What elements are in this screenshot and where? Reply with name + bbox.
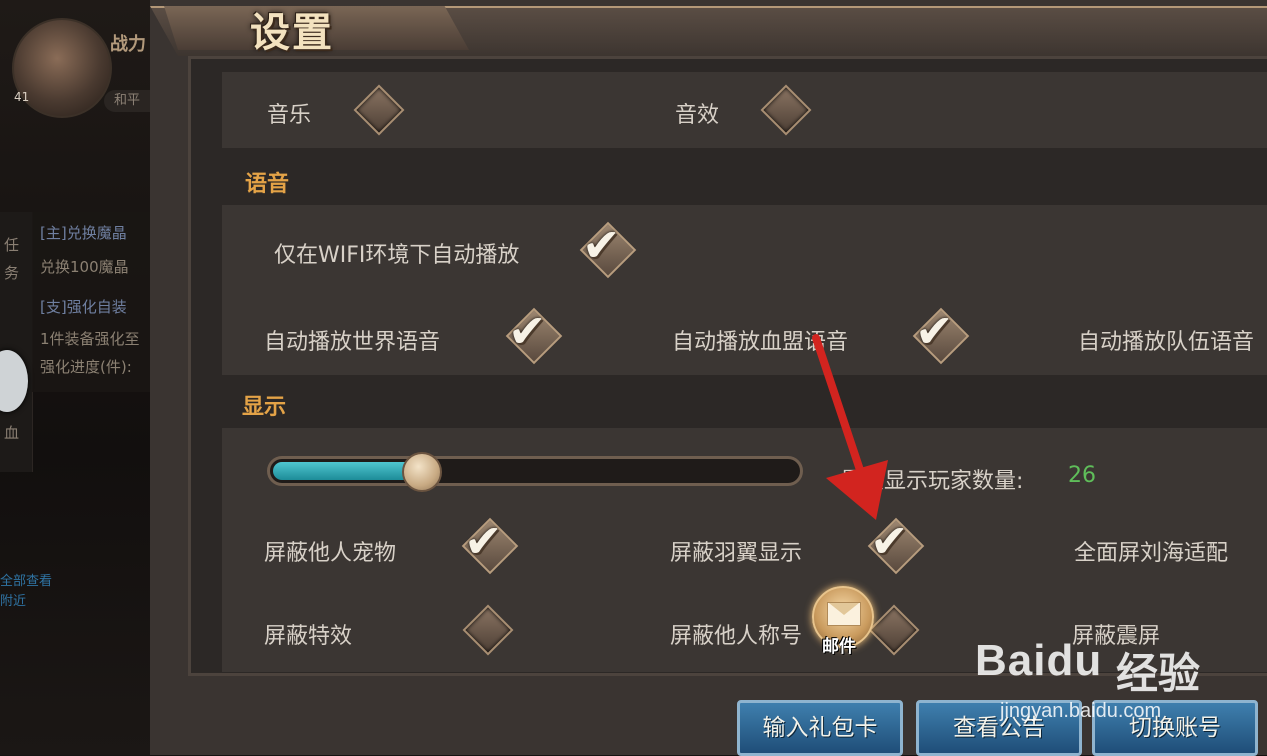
max-players-slider[interactable]: [267, 456, 803, 486]
guild-voice-label: 自动播放血盟语音: [672, 330, 849, 355]
check-icon: ✔: [582, 218, 621, 272]
music-label: 音乐: [267, 103, 312, 128]
side-tab-char-3: 血: [4, 424, 20, 442]
player-level: 41: [14, 90, 30, 104]
sfx-label: 音效: [675, 103, 720, 128]
power-label: 战力: [110, 34, 146, 55]
max-players-label: 最大显示玩家数量:: [840, 469, 1024, 494]
world-voice-label: 自动播放世界语音: [264, 330, 441, 355]
pk-mode-label: 和平: [114, 93, 141, 108]
nearby-label: 附近: [0, 594, 27, 609]
view-all-link[interactable]: 全部查看 附近: [0, 572, 52, 612]
max-players-value: 26: [1068, 463, 1096, 488]
voice-section-title: 语音: [245, 172, 290, 197]
slider-handle[interactable]: [402, 452, 442, 492]
view-all-label: 全部查看: [0, 574, 53, 589]
watermark-url: jingyan.baidu.com: [1000, 700, 1162, 722]
side-tab-char-1: 任: [4, 236, 20, 254]
gift-code-button[interactable]: 输入礼包卡: [737, 700, 903, 756]
hide-effects-label: 屏蔽特效: [264, 624, 353, 649]
display-section-title: 显示: [242, 395, 287, 420]
hide-pets-label: 屏蔽他人宠物: [264, 541, 397, 566]
baidu-logo: Baidu: [975, 636, 1103, 685]
slider-fill: [273, 462, 416, 480]
quest-side-tab[interactable]: 任 务 血: [0, 212, 33, 472]
notch-adapt-label: 全面屏刘海适配: [1074, 541, 1229, 566]
mail-label: 邮件: [822, 637, 856, 657]
hide-titles-label: 屏蔽他人称号: [670, 624, 803, 649]
team-voice-label: 自动播放队伍语音: [1078, 330, 1255, 355]
quest-line: [主]兑换魔晶: [40, 224, 127, 242]
envelope-icon: [827, 602, 861, 626]
quest-line: 1件装备强化至: [40, 330, 140, 348]
check-icon: ✔: [915, 304, 954, 358]
check-icon: ✔: [508, 304, 547, 358]
baidu-jingyan-text: 经验: [1116, 649, 1201, 698]
check-icon: ✔: [464, 514, 503, 568]
hide-wings-label: 屏蔽羽翼显示: [670, 541, 803, 566]
quest-line: 强化进度(件):: [40, 358, 132, 376]
quest-line: [支]强化自装: [40, 298, 127, 316]
check-icon: ✔: [870, 514, 909, 568]
quest-line: 兑换100魔晶: [40, 258, 129, 276]
wifi-auto-label: 仅在WIFI环境下自动播放: [274, 243, 520, 268]
side-tab-char-2: 务: [4, 264, 20, 282]
window-title: 设置: [250, 9, 334, 56]
